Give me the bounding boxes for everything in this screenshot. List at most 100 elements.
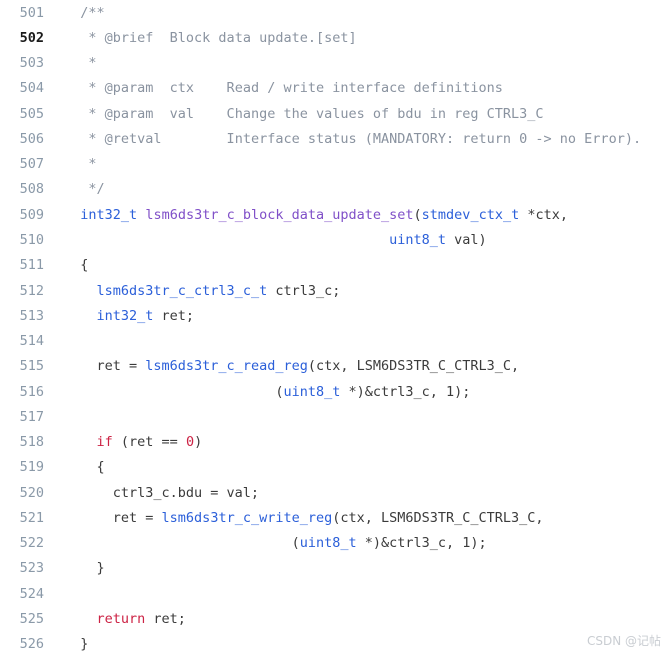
- line-content: ret = lsm6ds3tr_c_read_reg(ctx, LSM6DS3T…: [54, 358, 669, 374]
- token-plain: ctrl3_c.bdu = val;: [64, 484, 260, 501]
- token-number: 0: [185, 434, 195, 451]
- line-content: {: [54, 459, 669, 475]
- line-number: 522: [19, 535, 44, 552]
- line-number: 517: [19, 408, 44, 425]
- line-number: 506: [19, 130, 44, 147]
- token-plain: ret =: [64, 358, 146, 375]
- line-content: if (ret == 0): [54, 434, 669, 450]
- token-comment: * @param ctx Read / write interface defi…: [88, 80, 503, 97]
- line-number: 508: [19, 181, 44, 198]
- line-number: 516: [19, 383, 44, 400]
- code-line[interactable]: 506 * @retval Interface status (MANDATOR…: [0, 126, 669, 151]
- token-plain: val): [446, 232, 487, 249]
- token-plain: ret;: [145, 611, 186, 627]
- code-line[interactable]: 518 if (ret == 0): [0, 430, 669, 455]
- line-content: * @brief Block data update.[set]: [54, 30, 669, 46]
- code-line[interactable]: 510 uint8_t val): [0, 227, 669, 252]
- line-content: * @param ctx Read / write interface defi…: [54, 80, 669, 96]
- code-line[interactable]: 507 *: [0, 152, 669, 177]
- code-line[interactable]: 505 * @param val Change the values of bd…: [0, 101, 669, 126]
- line-content: */: [54, 181, 669, 197]
- code-line[interactable]: 520 ctrl3_c.bdu = val;: [0, 480, 669, 505]
- code-line[interactable]: 501 /**: [0, 0, 669, 25]
- line-content: }: [54, 560, 669, 576]
- code-line[interactable]: 523 }: [0, 556, 669, 581]
- token-funccall: lsm6ds3tr_c_read_reg: [145, 358, 308, 375]
- line-number: 505: [19, 105, 44, 122]
- token-plain: ret =: [64, 509, 162, 526]
- line-content: int32_t lsm6ds3tr_c_block_data_update_se…: [54, 207, 669, 223]
- line-number: 513: [19, 307, 44, 324]
- code-line[interactable]: 514: [0, 328, 669, 353]
- code-line[interactable]: 502 * @brief Block data update.[set]: [0, 25, 669, 50]
- line-number: 514: [19, 333, 44, 350]
- code-line[interactable]: 511 {: [0, 253, 669, 278]
- code-line[interactable]: 508 */: [0, 177, 669, 202]
- line-number: 502: [19, 29, 44, 46]
- token-plain: 1: [446, 383, 455, 400]
- code-line[interactable]: 521 ret = lsm6ds3tr_c_write_reg(ctx, LSM…: [0, 505, 669, 530]
- line-number: 510: [19, 232, 44, 249]
- token-comment: * @retval Interface status (MANDATORY: r…: [88, 130, 642, 147]
- line-content: }: [54, 636, 669, 652]
- line-content: int32_t ret;: [54, 308, 669, 324]
- token-plain: (: [64, 383, 284, 400]
- code-line[interactable]: 515 ret = lsm6ds3tr_c_read_reg(ctx, LSM6…: [0, 354, 669, 379]
- line-content: return ret;: [54, 611, 669, 627]
- code-line[interactable]: 516 (uint8_t *)&ctrl3_c, 1);: [0, 379, 669, 404]
- line-number: 526: [19, 636, 44, 653]
- line-number: 504: [19, 80, 44, 97]
- line-number: 511: [19, 257, 44, 274]
- code-line[interactable]: 519 {: [0, 455, 669, 480]
- token-funcdef: lsm6ds3tr_c_block_data_update_set: [145, 206, 414, 223]
- line-number: 507: [19, 156, 44, 173]
- token-type: uint8_t: [299, 535, 357, 552]
- token-comment: * @param val Change the values of bdu in…: [88, 105, 544, 122]
- token-plain: (ret ==: [112, 434, 186, 451]
- line-content: uint8_t val): [54, 232, 669, 248]
- line-content: * @retval Interface status (MANDATORY: r…: [54, 131, 669, 147]
- token-funccall: lsm6ds3tr_c_write_reg: [161, 509, 333, 526]
- token-comment: */: [88, 181, 105, 198]
- code-line[interactable]: 503 *: [0, 51, 669, 76]
- code-line[interactable]: 525 return ret;: [0, 606, 669, 631]
- code-line[interactable]: 504 * @param ctx Read / write interface …: [0, 76, 669, 101]
- token-plain: ctrl3_c;: [267, 282, 341, 299]
- token-plain: }: [64, 636, 89, 653]
- token-comment: * @brief Block data update.[set]: [88, 29, 357, 46]
- line-number: 525: [19, 611, 44, 627]
- token-keyword: return: [96, 611, 146, 627]
- code-line[interactable]: 526 }: [0, 632, 669, 657]
- token-plain: (: [64, 535, 300, 552]
- line-number: 519: [19, 459, 44, 476]
- csdn-watermark: CSDN @记帖: [586, 634, 661, 648]
- token-plain: (ctx, LSM6DS3TR_C_CTRL3_C,: [307, 358, 520, 375]
- code-line[interactable]: 512 lsm6ds3tr_c_ctrl3_c_t ctrl3_c;: [0, 278, 669, 303]
- token-plain: (ctx, LSM6DS3TR_C_CTRL3_C,: [332, 509, 544, 526]
- line-number: 501: [19, 4, 44, 21]
- code-line[interactable]: 513 int32_t ret;: [0, 303, 669, 328]
- line-number: 509: [19, 206, 44, 223]
- line-number: 518: [19, 434, 44, 451]
- code-line[interactable]: 517: [0, 404, 669, 429]
- line-number: 523: [19, 560, 44, 577]
- line-content: ret = lsm6ds3tr_c_write_reg(ctx, LSM6DS3…: [54, 510, 669, 526]
- code-line[interactable]: 509 int32_t lsm6ds3tr_c_block_data_updat…: [0, 202, 669, 227]
- token-keyword: if: [96, 434, 113, 451]
- line-content: *: [54, 156, 669, 172]
- line-content: /**: [54, 5, 669, 21]
- line-number: 520: [19, 484, 44, 501]
- code-viewer[interactable]: 501 /** 502 * @brief Block data update.[s…: [0, 0, 669, 657]
- token-type: stmdev_ctx_t: [421, 206, 520, 223]
- code-line[interactable]: 522 (uint8_t *)&ctrl3_c, 1);: [0, 531, 669, 556]
- code-line[interactable]: 524: [0, 581, 669, 606]
